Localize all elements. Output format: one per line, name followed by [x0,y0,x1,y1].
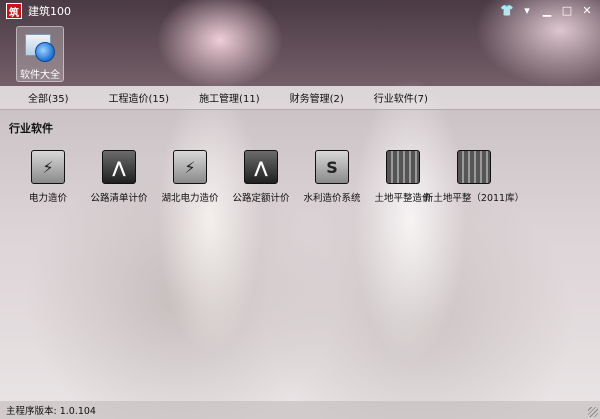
software-box-icon [23,30,57,64]
tab-finance-management[interactable]: 财务管理(2) [290,90,344,105]
land-grading-icon [457,150,491,184]
app-label: 新土地平整（2011库） [423,193,525,204]
software-catalog-label: 软件大全 [20,70,60,81]
menu-icon[interactable]: ▾ [518,2,536,18]
category-tabs: 全部(35) 工程造价(15) 施工管理(11) 财务管理(2) 行业软件(7) [0,86,600,110]
app-item-new-land-grading[interactable]: 新土地平整（2011库） [424,150,524,204]
land-grading-icon [386,150,420,184]
skin-icon[interactable]: 👕 [498,2,516,18]
window-controls: 👕 ▾ ▁ □ ✕ [498,2,596,18]
software-catalog-button[interactable]: 软件大全 [16,26,64,82]
app-label: 湖北电力造价 [161,193,219,204]
window-title: 建筑100 [28,5,71,18]
app-item-highway-quota[interactable]: ⋀ 公路定额计价 [221,150,301,204]
water-conservancy-icon: S [315,150,349,184]
tab-industry-software[interactable]: 行业软件(7) [374,90,428,105]
app-item-water-conservancy[interactable]: S 水利造价系统 [292,150,372,204]
app-label: 公路清单计价 [90,193,148,204]
lightning-icon: ⚡ [31,150,65,184]
status-bar: 主程序版本: 1.0.104 [0,401,600,419]
close-icon[interactable]: ✕ [578,2,596,18]
road-icon: ⋀ [244,150,278,184]
lightning-icon: ⚡ [173,150,207,184]
resize-grip-icon[interactable] [588,407,598,417]
title-bar[interactable]: 筑 建筑100 👕 ▾ ▁ □ ✕ [0,0,600,22]
app-label: 电力造价 [28,193,67,204]
app-label: 水利造价系统 [303,193,361,204]
maximize-icon[interactable]: □ [558,2,576,18]
app-logo-icon: 筑 [6,3,22,19]
minimize-icon[interactable]: ▁ [538,2,556,18]
main-panel: 全部(35) 工程造价(15) 施工管理(11) 财务管理(2) 行业软件(7)… [0,86,600,401]
road-icon: ⋀ [102,150,136,184]
tab-construction-management[interactable]: 施工管理(11) [199,90,260,105]
tab-engineering-cost[interactable]: 工程造价(15) [109,90,170,105]
app-item-power-cost[interactable]: ⚡ 电力造价 [8,150,88,204]
app-grid: ⚡ 电力造价 ⋀ 公路清单计价 ⚡ 湖北电力造价 ⋀ 公路定额计价 S 水利造价… [0,150,600,210]
app-item-hubei-power-cost[interactable]: ⚡ 湖北电力造价 [150,150,230,204]
section-title: 行业软件 [9,122,53,135]
tab-all[interactable]: 全部(35) [28,90,69,105]
version-text: 主程序版本: 1.0.104 [6,406,96,417]
app-label: 公路定额计价 [232,193,290,204]
app-item-highway-bill[interactable]: ⋀ 公路清单计价 [79,150,159,204]
